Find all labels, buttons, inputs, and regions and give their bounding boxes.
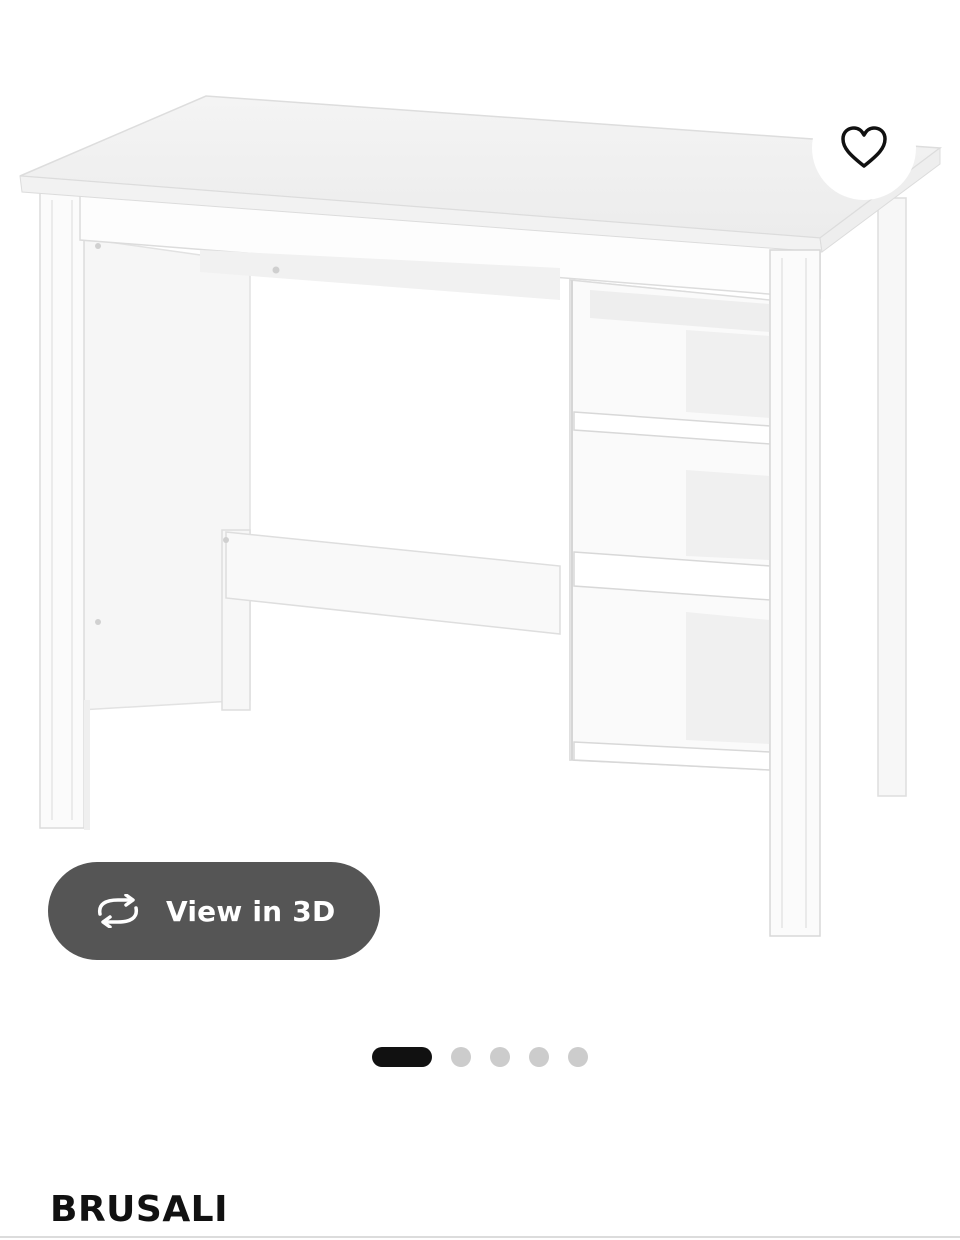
product-page: View in 3D BRUSALI [0,0,960,1240]
favorite-button[interactable] [812,96,916,200]
heart-outline-icon [841,126,887,168]
carousel-dot-4[interactable] [529,1047,549,1067]
product-name: BRUSALI [50,1189,229,1230]
image-carousel-indicator [372,1046,588,1068]
divider [0,1236,960,1238]
carousel-dot-2[interactable] [451,1047,471,1067]
carousel-dot-1[interactable] [372,1047,432,1067]
view-in-3d-label: View in 3D [166,894,336,928]
view-in-3d-button[interactable]: View in 3D [48,862,380,960]
carousel-dot-3[interactable] [490,1047,510,1067]
carousel-dot-5[interactable] [568,1047,588,1067]
rotate-arrows-icon [92,894,144,928]
